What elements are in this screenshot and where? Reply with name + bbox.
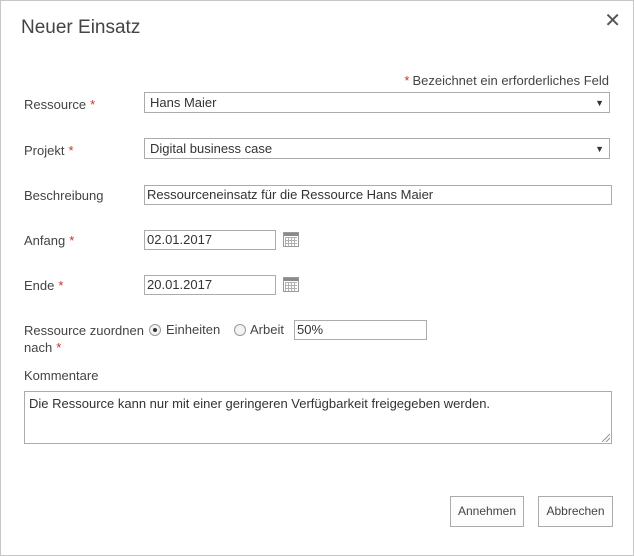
kommentare-label-text: Kommentare (24, 368, 99, 383)
close-icon[interactable]: ✕ (604, 11, 621, 31)
required-star: * (90, 97, 96, 112)
beschreibung-input[interactable]: Ressourceneinsatz für die Ressource Hans… (144, 185, 612, 205)
required-star: * (58, 278, 64, 293)
projekt-label: Projekt * (24, 142, 74, 159)
projekt-label-text: Projekt (24, 143, 65, 158)
ressource-select[interactable]: Hans Maier ▼ (144, 92, 610, 113)
dialog-title: Neuer Einsatz (21, 17, 141, 38)
abbrechen-button[interactable]: Abbrechen (538, 496, 613, 527)
chevron-down-icon[interactable]: ▼ (595, 142, 604, 157)
einheiten-radio[interactable] (149, 324, 161, 336)
projekt-select[interactable]: Digital business case ▼ (144, 138, 610, 159)
anfang-date-input[interactable]: 02.01.2017 (144, 230, 276, 250)
kommentare-text: Die Ressource kann nur mit einer geringe… (29, 396, 491, 411)
ende-label-text: Ende (24, 278, 55, 293)
required-star: * (68, 143, 74, 158)
annehmen-button[interactable]: Annehmen (450, 496, 524, 527)
required-note-text: Bezeichnet ein erforderliches Feld (412, 73, 609, 88)
arbeit-radio[interactable] (234, 324, 246, 336)
ressource-select-value: Hans Maier (150, 95, 217, 110)
ende-label: Ende * (24, 277, 63, 294)
beschreibung-label: Beschreibung (24, 187, 104, 204)
required-star: * (69, 233, 75, 248)
chevron-down-icon[interactable]: ▼ (595, 96, 604, 111)
ende-date-input[interactable]: 20.01.2017 (144, 275, 276, 295)
zuordnen-label: Ressource zuordnen nach * (24, 322, 144, 356)
calendar-icon[interactable] (283, 277, 299, 292)
dialog: Neuer Einsatz ✕ * Bezeichnet ein erforder… (0, 0, 634, 556)
required-star: * (56, 340, 62, 355)
zuordnen-label-line2: nach (24, 340, 53, 355)
zuordnen-label-line1: Ressource zuordnen (24, 323, 144, 338)
einheiten-radio-label[interactable]: Einheiten (166, 322, 220, 338)
resize-grip-icon[interactable] (602, 434, 610, 442)
ressource-label: Ressource * (24, 96, 95, 113)
arbeit-radio-label[interactable]: Arbeit (250, 322, 284, 338)
anfang-label: Anfang * (24, 232, 74, 249)
zuordnen-value-input[interactable]: 50% (294, 320, 427, 340)
projekt-select-value: Digital business case (150, 141, 273, 156)
kommentare-label: Kommentare (24, 367, 98, 384)
kommentare-textarea[interactable]: Die Ressource kann nur mit einer geringe… (24, 391, 612, 444)
required-field-note: * Bezeichnet ein erforderliches Feld (404, 73, 609, 88)
calendar-icon[interactable] (283, 232, 299, 247)
required-star: * (404, 73, 410, 88)
anfang-label-text: Anfang (24, 233, 66, 248)
beschreibung-label-text: Beschreibung (24, 188, 104, 203)
ressource-label-text: Ressource (24, 97, 87, 112)
